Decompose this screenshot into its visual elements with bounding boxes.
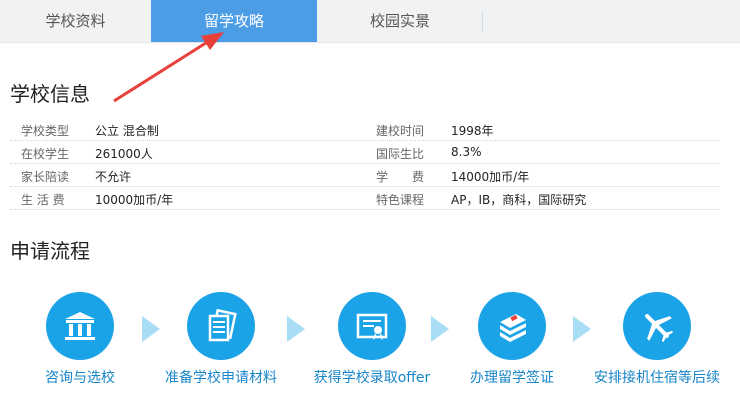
step-label: 咨询与选校 xyxy=(45,370,115,386)
info-label: 家长陪读 xyxy=(21,170,70,184)
tab-school-profile[interactable]: 学校资料 xyxy=(0,0,151,42)
info-label: 建校时间 xyxy=(376,124,425,138)
info-row: 生 活 费 10000加币/年 特色课程 AP，IB，商科，国际研究 xyxy=(10,187,720,210)
info-label: 学校类型 xyxy=(21,124,70,138)
info-value: 261000人 xyxy=(95,147,153,161)
process-steps: 咨询与选校 准备学校申请材料 获得学校录取offer 办理留学签证 安排接机住宿… xyxy=(0,292,740,392)
airplane-icon xyxy=(623,292,691,360)
info-value: 14000加币/年 xyxy=(451,170,530,184)
step-label: 获得学校录取offer xyxy=(313,370,431,386)
school-building-icon xyxy=(46,292,114,360)
process-step: 办理留学签证 xyxy=(442,292,582,387)
info-label: 学 费 xyxy=(376,170,425,184)
step-label: 安排接机住宿等后续 xyxy=(594,370,720,386)
info-label: 生 活 费 xyxy=(21,193,65,207)
process-step: 获得学校录取offer xyxy=(302,292,442,387)
info-label: 特色课程 xyxy=(376,193,425,207)
tab-campus-photos[interactable]: 校园实景 xyxy=(317,0,483,42)
passport-icon xyxy=(478,292,546,360)
section-title-school-info: 学校信息 xyxy=(10,82,90,106)
info-row: 在校学生 261000人 国际生比 8.3% xyxy=(10,141,720,164)
process-step: 咨询与选校 xyxy=(10,292,150,387)
info-value: 10000加币/年 xyxy=(95,193,174,207)
info-value: 8.3% xyxy=(451,145,482,159)
info-value: AP，IB，商科，国际研究 xyxy=(451,193,587,207)
process-step: 安排接机住宿等后续 xyxy=(587,292,727,387)
step-label: 办理留学签证 xyxy=(470,370,554,386)
certificate-icon xyxy=(338,292,406,360)
documents-icon xyxy=(187,292,255,360)
tab-divider xyxy=(482,12,483,32)
info-label: 国际生比 xyxy=(376,147,425,161)
info-row: 学校类型 公立 混合制 建校时间 1998年 xyxy=(10,118,720,141)
school-info-table: 学校类型 公立 混合制 建校时间 1998年 在校学生 261000人 国际生比… xyxy=(10,118,720,210)
info-label: 在校学生 xyxy=(21,147,70,161)
tab-bar: 学校资料 留学攻略 校园实景 xyxy=(0,0,740,43)
info-value: 不允许 xyxy=(95,170,132,184)
section-title-application-process: 申请流程 xyxy=(10,239,90,263)
info-row: 家长陪读 不允许 学 费 14000加币/年 xyxy=(10,164,720,187)
info-value: 1998年 xyxy=(451,124,494,138)
step-label: 准备学校申请材料 xyxy=(165,370,277,386)
info-value: 公立 混合制 xyxy=(95,124,159,138)
process-step: 准备学校申请材料 xyxy=(151,292,291,387)
tab-study-guide[interactable]: 留学攻略 xyxy=(151,0,317,42)
